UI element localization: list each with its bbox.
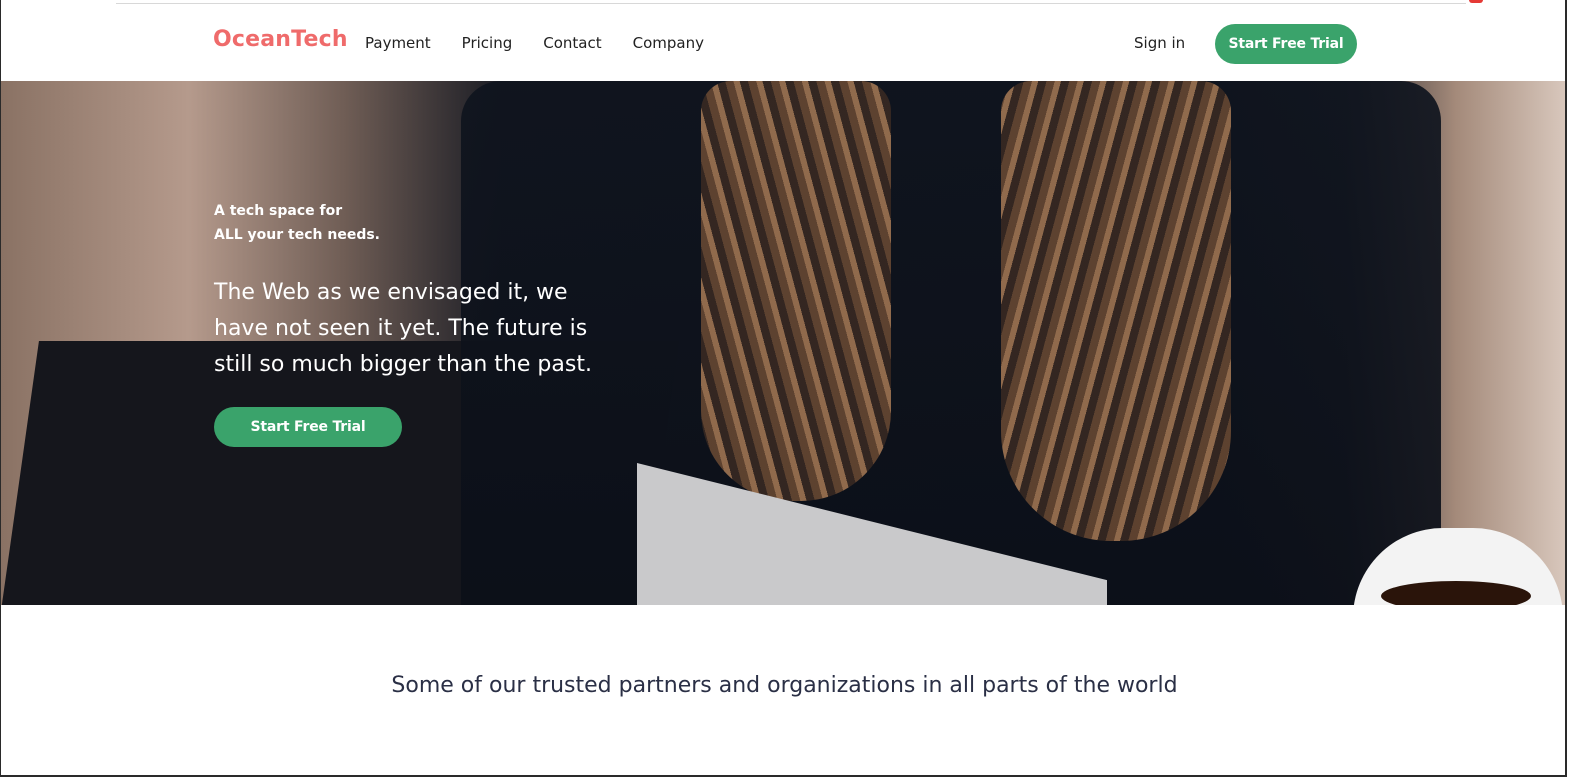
nav-link-pricing[interactable]: Pricing <box>462 34 513 52</box>
navbar: OceanTech Payment Pricing Contact Compan… <box>1 5 1565 81</box>
hero-image-person <box>461 81 1441 605</box>
nav-links: Payment Pricing Contact Company <box>365 34 735 52</box>
top-divider <box>116 0 1466 4</box>
partners-heading: Some of our trusted partners and organiz… <box>391 673 1178 698</box>
brand-logo[interactable]: OceanTech <box>213 27 348 52</box>
nav-link-payment[interactable]: Payment <box>365 34 431 52</box>
nav-link-contact[interactable]: Contact <box>543 34 601 52</box>
hero-start-trial-button[interactable]: Start Free Trial <box>214 407 402 447</box>
nav-start-trial-button[interactable]: Start Free Trial <box>1215 24 1357 64</box>
page: OceanTech Payment Pricing Contact Compan… <box>0 0 1567 777</box>
corner-marker <box>1469 0 1483 3</box>
hero-tagline-line1: A tech space for <box>214 203 343 219</box>
sign-in-link[interactable]: Sign in <box>1134 34 1185 52</box>
hero-tagline: A tech space for ALL your tech needs. <box>214 199 594 247</box>
hero-image-hair-right <box>1001 81 1231 541</box>
hero-image-coffee <box>1381 581 1531 605</box>
hero-tagline-line2: ALL your tech needs. <box>214 227 380 243</box>
nav-link-company[interactable]: Company <box>633 34 704 52</box>
hero-headline: The Web as we envisaged it, we have not … <box>214 280 592 377</box>
hero-content: A tech space for ALL your tech needs. Th… <box>214 199 594 383</box>
hero-image-hair-left <box>701 81 891 501</box>
hero-section: A tech space for ALL your tech needs. Th… <box>1 81 1565 605</box>
